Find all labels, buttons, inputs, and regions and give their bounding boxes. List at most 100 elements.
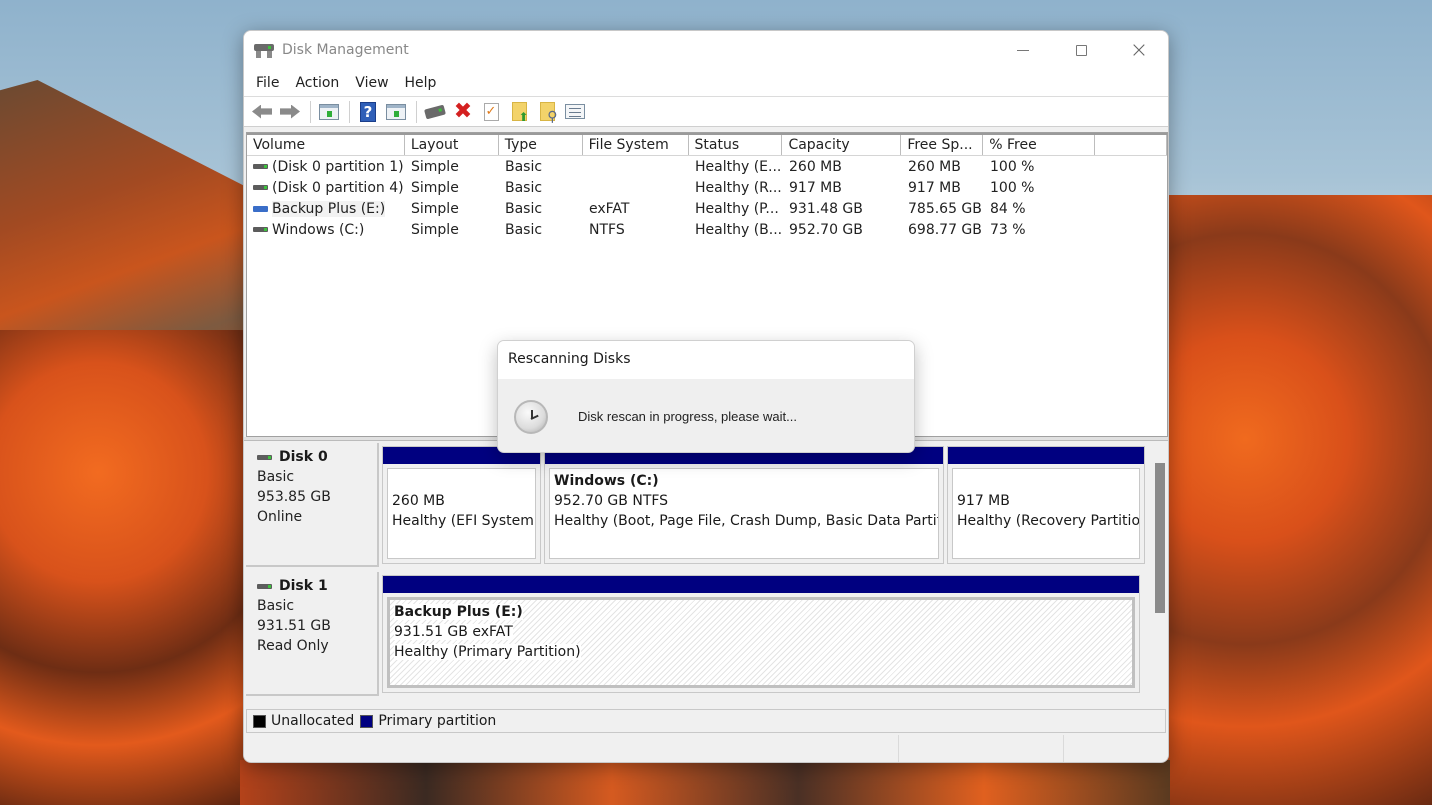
volume-layout: Simple bbox=[411, 179, 459, 196]
close-button[interactable]: × bbox=[1110, 31, 1168, 69]
drive-icon bbox=[253, 185, 268, 190]
explore-button[interactable] bbox=[534, 100, 560, 125]
rescanning-disks-dialog: Rescanning Disks Disk rescan in progress… bbox=[497, 340, 915, 453]
unallocated-swatch bbox=[253, 714, 266, 728]
column-header-empty bbox=[1095, 135, 1168, 155]
title-bar[interactable]: Disk Management × bbox=[244, 31, 1168, 69]
properties-button[interactable] bbox=[562, 100, 588, 124]
clock-icon bbox=[514, 399, 548, 434]
partition-size: 952.70 GB NTFS bbox=[554, 493, 669, 509]
usb-drive-icon bbox=[253, 205, 268, 212]
check-button[interactable]: ✓ bbox=[478, 100, 504, 124]
volume-row[interactable]: (Disk 0 partition 4) Simple Basic Health… bbox=[247, 177, 1167, 198]
connect-disk-button[interactable] bbox=[422, 100, 448, 124]
partition-block[interactable]: 917 MB Healthy (Recovery Partition) bbox=[947, 446, 1145, 564]
toolbar: ? ✖ ✓ bbox=[244, 97, 1168, 127]
menu-view[interactable]: View bbox=[347, 75, 396, 91]
menu-action[interactable]: Action bbox=[287, 75, 347, 91]
volume-percent-free: 100 % bbox=[990, 179, 1035, 196]
background-poppies-right bbox=[1165, 195, 1432, 805]
partition-block[interactable]: Windows (C:) 952.70 GB NTFS Healthy (Boo… bbox=[544, 446, 944, 564]
volume-free-space: 785.65 GB bbox=[908, 200, 982, 217]
volume-type: Basic bbox=[505, 221, 543, 238]
volume-percent-free: 84 % bbox=[990, 200, 1026, 217]
console-tree-icon bbox=[319, 103, 339, 120]
legend-item-unallocated: Unallocated bbox=[253, 713, 354, 729]
volume-status: Healthy (R... bbox=[695, 179, 782, 196]
partition-block[interactable]: Backup Plus (E:) 931.51 GB exFAT Healthy… bbox=[382, 575, 1140, 693]
delete-icon: ✖ bbox=[453, 98, 473, 124]
disk-row: Disk 1 Basic 931.51 GB Read Only Backup … bbox=[246, 572, 1152, 696]
status-segment bbox=[1064, 735, 1168, 762]
drive-icon bbox=[253, 227, 268, 232]
status-segment bbox=[899, 735, 1064, 762]
help-button[interactable]: ? bbox=[355, 100, 381, 124]
column-header-status[interactable]: Status bbox=[689, 135, 783, 155]
volume-capacity: 952.70 GB bbox=[789, 221, 863, 238]
volume-status: Healthy (P... bbox=[695, 200, 779, 217]
disk-view-scrollbar[interactable] bbox=[1152, 443, 1168, 707]
column-header-volume[interactable]: Volume bbox=[247, 135, 405, 155]
menu-help[interactable]: Help bbox=[397, 75, 445, 91]
check-icon: ✓ bbox=[483, 102, 499, 121]
show-hide-console-tree-button[interactable] bbox=[316, 100, 342, 124]
volume-type: Basic bbox=[505, 200, 543, 217]
volume-status: Healthy (E... bbox=[695, 158, 782, 175]
show-hide-action-pane-button[interactable] bbox=[383, 100, 409, 124]
volume-type: Basic bbox=[505, 179, 543, 196]
connect-disk-icon bbox=[424, 104, 446, 119]
volume-row[interactable]: Windows (C:) Simple Basic NTFS Healthy (… bbox=[247, 219, 1167, 240]
volume-free-space: 917 MB bbox=[908, 179, 961, 196]
partition-status: Healthy (EFI System P bbox=[392, 513, 536, 529]
forward-icon bbox=[280, 104, 300, 119]
menu-file[interactable]: File bbox=[248, 75, 287, 91]
disk-label[interactable]: Disk 0 Basic 953.85 GB Online bbox=[246, 443, 379, 567]
action-pane-icon bbox=[386, 103, 406, 120]
partition-size: 917 MB bbox=[957, 493, 1010, 509]
open-button[interactable] bbox=[506, 100, 532, 124]
volume-percent-free: 73 % bbox=[990, 221, 1026, 238]
volume-name: (Disk 0 partition 1) bbox=[272, 158, 404, 175]
volume-free-space: 260 MB bbox=[908, 158, 961, 175]
toolbar-separator bbox=[416, 100, 417, 123]
volume-row[interactable]: (Disk 0 partition 1) Simple Basic Health… bbox=[247, 156, 1167, 177]
background-poppies-bottom bbox=[240, 760, 1170, 805]
disk-name: Disk 1 bbox=[279, 578, 328, 594]
disk-state: Read Only bbox=[257, 638, 329, 654]
primary-partition-bar bbox=[948, 447, 1144, 464]
column-header-percent-free[interactable]: % Free bbox=[983, 135, 1096, 155]
menu-bar: File Action View Help bbox=[244, 69, 1168, 97]
volume-capacity: 931.48 GB bbox=[789, 200, 863, 217]
column-header-capacity[interactable]: Capacity bbox=[782, 135, 902, 155]
toolbar-separator bbox=[349, 100, 350, 123]
column-header-type[interactable]: Type bbox=[499, 135, 583, 155]
volume-file-system: NTFS bbox=[589, 221, 625, 238]
delete-button[interactable]: ✖ bbox=[450, 100, 476, 124]
volume-name: Backup Plus (E:) bbox=[272, 200, 386, 217]
partition-status: Healthy (Primary Partition) bbox=[394, 644, 581, 660]
properties-icon bbox=[565, 104, 585, 119]
column-header-layout[interactable]: Layout bbox=[405, 135, 499, 155]
volume-row[interactable]: Backup Plus (E:) Simple Basic exFAT Heal… bbox=[247, 198, 1167, 219]
volume-list-header: Volume Layout Type File System Status Ca… bbox=[247, 133, 1168, 156]
partition-block[interactable]: 260 MB Healthy (EFI System P bbox=[382, 446, 541, 564]
legend-item-primary: Primary partition bbox=[360, 713, 496, 729]
minimize-button[interactable] bbox=[994, 31, 1052, 69]
disk-icon bbox=[257, 583, 272, 589]
scrollbar-thumb[interactable] bbox=[1155, 463, 1165, 613]
back-button[interactable] bbox=[249, 100, 275, 124]
status-segment bbox=[244, 735, 899, 762]
maximize-button[interactable] bbox=[1052, 31, 1110, 69]
volume-file-system: exFAT bbox=[589, 200, 630, 217]
disk-type: Basic bbox=[257, 598, 295, 614]
volume-name: (Disk 0 partition 4) bbox=[272, 179, 404, 196]
volume-free-space: 698.77 GB bbox=[908, 221, 982, 238]
column-header-file-system[interactable]: File System bbox=[583, 135, 689, 155]
column-header-free-space[interactable]: Free Sp... bbox=[901, 135, 984, 155]
forward-button[interactable] bbox=[277, 100, 303, 124]
disk-label[interactable]: Disk 1 Basic 931.51 GB Read Only bbox=[246, 572, 379, 696]
primary-partition-swatch bbox=[360, 714, 374, 728]
primary-partition-bar bbox=[383, 576, 1139, 593]
disk-name: Disk 0 bbox=[279, 449, 328, 465]
close-icon: × bbox=[1129, 37, 1149, 63]
